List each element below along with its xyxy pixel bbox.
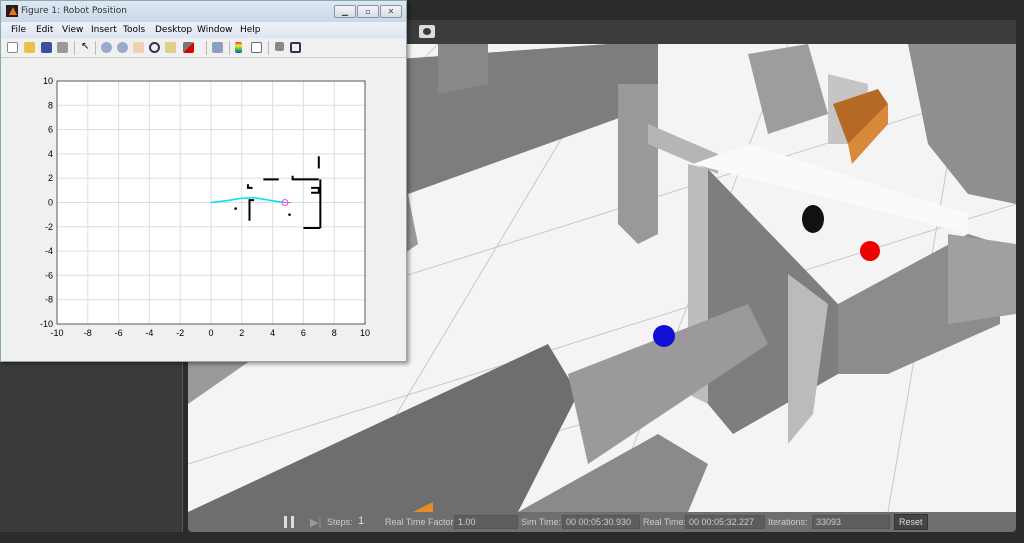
x-tick-label: -4 xyxy=(145,328,153,338)
y-tick-label: 6 xyxy=(48,125,53,135)
print-icon[interactable] xyxy=(57,42,68,53)
maximize-button[interactable]: ▫ xyxy=(357,5,379,18)
zoom-in-icon[interactable] xyxy=(101,42,112,53)
menu-file[interactable]: File xyxy=(11,25,26,35)
y-tick-label: 8 xyxy=(48,100,53,110)
y-tick-label: 10 xyxy=(43,76,53,86)
real-time-field: 00 00:05:32.227 xyxy=(685,515,765,529)
steps-spinner[interactable]: 1 xyxy=(358,515,364,527)
window-title: Figure 1: Robot Position xyxy=(21,6,127,16)
rtf-field: 1.00 xyxy=(454,515,518,529)
x-tick-label: -8 xyxy=(84,328,92,338)
y-tick-label: 2 xyxy=(48,173,53,183)
title-bar: Figure 1: Robot Position ▁ ▫ ✕ xyxy=(1,1,406,22)
iterations-field: 33093 xyxy=(812,515,890,529)
data-cursor-icon[interactable] xyxy=(165,42,176,53)
x-tick-label: 4 xyxy=(270,328,275,338)
menu-insert[interactable]: Insert xyxy=(91,25,117,35)
y-tick-label: -10 xyxy=(40,319,53,329)
gazebo-side-panel xyxy=(0,362,183,532)
close-button[interactable]: ✕ xyxy=(380,5,402,18)
show-plot-tools-icon[interactable] xyxy=(290,42,301,53)
save-icon[interactable] xyxy=(41,42,52,53)
x-tick-label: 0 xyxy=(208,328,213,338)
menu-edit[interactable]: Edit xyxy=(36,25,53,35)
x-tick-label: -10 xyxy=(50,328,63,338)
rotate-3d-icon[interactable] xyxy=(149,42,160,53)
x-tick-label: 10 xyxy=(360,328,370,338)
menu-desktop[interactable]: Desktop xyxy=(155,25,192,35)
step-button[interactable]: ▶| xyxy=(310,516,321,529)
brush-icon[interactable] xyxy=(183,42,194,53)
colorbar-icon[interactable] xyxy=(235,42,242,53)
pause-button[interactable] xyxy=(284,516,294,528)
y-tick-label: -6 xyxy=(45,270,53,280)
menu-view[interactable]: View xyxy=(62,25,83,35)
legend-icon[interactable] xyxy=(251,42,262,53)
robot-position-plot: -10 -8 -6 -4 -2 0 2 4 6 8 10 10 8 6 4 2 0 -2 -4 -6 -8 -10 xyxy=(40,76,370,338)
steps-label: Steps: xyxy=(327,517,353,527)
y-tick-label: -8 xyxy=(45,295,53,305)
y-tick-label: -2 xyxy=(45,222,53,232)
minimize-button[interactable]: ▁ xyxy=(334,5,356,18)
y-tick-label: -4 xyxy=(45,246,53,256)
real-time-label: Real Time: xyxy=(643,517,687,527)
hide-plot-tools-icon[interactable] xyxy=(275,42,284,51)
new-figure-icon[interactable] xyxy=(7,42,18,53)
y-tick-label: 4 xyxy=(48,149,53,159)
menu-window[interactable]: Window xyxy=(197,25,233,35)
menu-tools[interactable]: Tools xyxy=(123,25,145,35)
menu-bar: File Edit View Insert Tools Desktop Wind… xyxy=(1,22,406,38)
sim-time-field: 00 00:05:30.930 xyxy=(562,515,640,529)
obstacle-point xyxy=(234,207,237,210)
y-tick-label: 0 xyxy=(48,198,53,208)
matlab-logo-icon xyxy=(6,5,18,17)
sim-time-label: Sim Time: xyxy=(521,517,562,527)
rtf-label: Real Time Factor: xyxy=(385,517,457,527)
reset-button[interactable]: Reset xyxy=(894,514,928,530)
x-tick-label: 6 xyxy=(301,328,306,338)
iterations-label: Iterations: xyxy=(768,517,808,527)
obstacle-point xyxy=(288,213,291,216)
matlab-figure-window: Figure 1: Robot Position ▁ ▫ ✕ File Edit… xyxy=(0,0,407,362)
x-tick-label: -6 xyxy=(115,328,123,338)
link-plot-icon[interactable] xyxy=(212,42,223,53)
x-tick-label: -2 xyxy=(176,328,184,338)
screenshot-camera-icon[interactable] xyxy=(419,25,435,38)
menu-help[interactable]: Help xyxy=(240,25,261,35)
pan-icon[interactable] xyxy=(133,42,144,53)
x-tick-label: 8 xyxy=(332,328,337,338)
open-icon[interactable] xyxy=(24,42,35,53)
x-tick-label: 2 xyxy=(239,328,244,338)
figure-toolbar: ↖ xyxy=(1,38,406,58)
pointer-icon[interactable]: ↖ xyxy=(81,42,92,53)
gazebo-time-panel: ▶| Steps: 1 Real Time Factor: 1.00 Sim T… xyxy=(188,512,1016,532)
zoom-out-icon[interactable] xyxy=(117,42,128,53)
